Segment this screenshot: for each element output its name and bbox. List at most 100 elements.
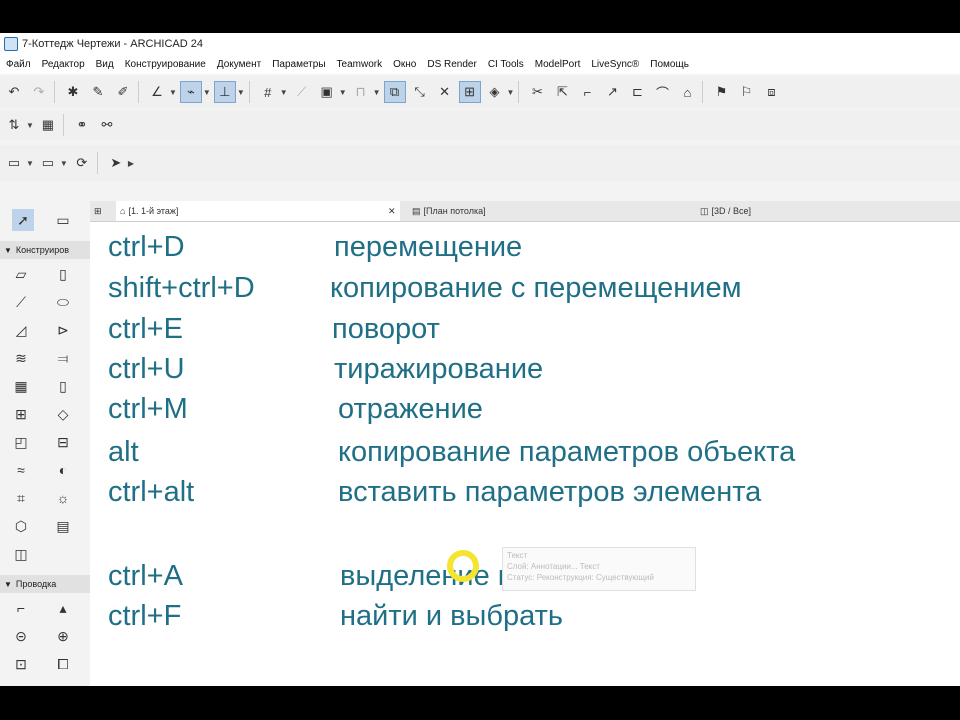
paint-icon[interactable]: ◈	[484, 81, 506, 103]
wall-tool-icon[interactable]: ▱	[10, 263, 32, 285]
beam-tool-icon[interactable]: ⟋	[10, 291, 32, 313]
layers-icon[interactable]: ⧈	[760, 81, 782, 103]
tab-label: [3D / Все]	[711, 206, 752, 216]
zoom-window-icon[interactable]: ▭	[3, 152, 25, 174]
morph-tool-icon[interactable]: ◐	[52, 459, 74, 481]
ruler-icon[interactable]: ⟋	[291, 81, 313, 103]
collapse-triangle-icon: ▼	[4, 579, 12, 589]
zone-tool-icon[interactable]: ⊟	[52, 431, 74, 453]
chevron-down-icon[interactable]: ▼	[26, 121, 34, 130]
chevron-down-icon[interactable]: ▼	[26, 159, 34, 168]
menu-file[interactable]: Файл	[6, 59, 31, 70]
cube-tool-icon[interactable]: ⬡	[10, 515, 32, 537]
link-icon[interactable]: ⚭	[71, 114, 93, 136]
device-tool-icon[interactable]: ⧠	[52, 653, 74, 675]
flag-icon[interactable]: ⚑	[710, 81, 732, 103]
snap-icon[interactable]: ⊥	[213, 81, 236, 103]
skylight-tool-icon[interactable]: ◇	[52, 403, 74, 425]
menu-teamwork[interactable]: Teamwork	[337, 59, 383, 70]
menu-modelport[interactable]: ModelPort	[535, 59, 581, 70]
door-tool-icon[interactable]: ▯	[52, 375, 74, 397]
curtain-wall-tool-icon[interactable]: ▦	[10, 375, 32, 397]
mesh-tool-icon[interactable]: ≈	[10, 459, 32, 481]
chevron-down-icon[interactable]: ▼	[280, 88, 288, 97]
chevron-down-icon[interactable]: ▼	[60, 159, 68, 168]
chevron-down-icon[interactable]: ▼	[507, 88, 515, 97]
unlink-icon[interactable]: ⚯	[96, 114, 118, 136]
menu-options[interactable]: Параметры	[272, 59, 325, 70]
menu-document[interactable]: Документ	[217, 59, 261, 70]
lock-icon[interactable]: ⊓	[350, 81, 372, 103]
menu-help[interactable]: Помощь	[650, 59, 689, 70]
chevron-down-icon[interactable]: ▼	[237, 88, 245, 97]
transform-icon[interactable]: ⤡	[409, 81, 431, 103]
guide-line-icon[interactable]: ⌁	[179, 81, 202, 103]
menu-view[interactable]: Вид	[96, 59, 114, 70]
shell-tool-icon[interactable]: ⊳	[52, 319, 74, 341]
light-tool-icon[interactable]: ☼	[52, 487, 74, 509]
grid-snap-icon[interactable]: #	[257, 81, 279, 103]
syringe-icon[interactable]: ✐	[112, 81, 134, 103]
group-icon[interactable]: ▦	[37, 114, 59, 136]
tab-ceiling-plan[interactable]: ▤ [План потолка]	[408, 201, 692, 221]
menu-livesync[interactable]: LiveSync®	[591, 59, 639, 70]
fillet-icon[interactable]: ⌒	[651, 81, 673, 103]
chevron-down-icon[interactable]: ▼	[373, 88, 381, 97]
magic-wand-icon[interactable]: ✱	[62, 81, 84, 103]
slab-tool-icon[interactable]: ⬭	[52, 291, 74, 313]
close-icon[interactable]: ✕	[388, 201, 396, 221]
lamp-tool-icon[interactable]: ⌗	[10, 487, 32, 509]
cable-tool-icon[interactable]: ⌐	[10, 597, 32, 619]
arrange-icon[interactable]: ⇅	[3, 114, 25, 136]
flag-check-icon[interactable]: ⚐	[735, 81, 757, 103]
terminal-tool-icon[interactable]: ▴	[52, 597, 74, 619]
house-icon[interactable]: ⌂	[676, 81, 698, 103]
layout-icon[interactable]: ▣	[316, 81, 338, 103]
align-icon[interactable]: ⇱	[551, 81, 573, 103]
intersect-icon[interactable]: ⊏	[626, 81, 648, 103]
tab-floor-plan[interactable]: ⌂ [1. 1-й этаж]	[116, 201, 400, 221]
angle-icon[interactable]: ∠	[146, 81, 168, 103]
menu-ds-render[interactable]: DS Render	[427, 59, 476, 70]
window-tool-icon[interactable]: ⊞	[10, 403, 32, 425]
chevron-down-icon[interactable]: ▼	[339, 88, 347, 97]
toolbox-section-wiring[interactable]: ▼ Проводка	[0, 575, 90, 593]
toolbox-section-design[interactable]: ▼ Конструиров	[0, 241, 90, 259]
chevron-down-icon[interactable]: ▼	[203, 88, 211, 97]
shortcut-description: отражение	[338, 393, 483, 425]
cross-icon[interactable]: ✕	[434, 81, 456, 103]
pointer-arrow-icon[interactable]: ➤	[105, 152, 127, 174]
offset-icon[interactable]: ⌐	[576, 81, 598, 103]
tab-3d-view[interactable]: ◫ [3D / Все]	[696, 201, 960, 221]
arrow-tool-icon[interactable]: ➚	[12, 209, 34, 231]
suspend-groups-icon[interactable]: ⧉	[383, 81, 406, 103]
chevron-down-icon[interactable]: ▼	[169, 88, 177, 97]
marquee-tool-icon[interactable]: ▭	[52, 209, 74, 231]
chevron-right-icon[interactable]: ▶	[128, 159, 134, 168]
object-tool-icon[interactable]: ◰	[10, 431, 32, 453]
menu-window[interactable]: Окно	[393, 59, 416, 70]
trace-icon[interactable]: ⊞	[458, 81, 481, 103]
orbit-icon[interactable]: ⟳	[71, 152, 93, 174]
railing-tool-icon[interactable]: ⫤	[52, 347, 74, 369]
scissors-icon[interactable]: ✂	[526, 81, 548, 103]
drawing-canvas[interactable]: ctrl+D перемещение shift+ctrl+D копирова…	[90, 222, 960, 686]
panel-tool-icon[interactable]: ▤	[52, 515, 74, 537]
view-grid-icon[interactable]: ⊞	[94, 201, 102, 221]
column-tool-icon[interactable]: ▯	[52, 263, 74, 285]
pan-icon[interactable]: ▭	[37, 152, 59, 174]
stair-tool-icon[interactable]: ≋	[10, 347, 32, 369]
eyedropper-icon[interactable]: ✎	[87, 81, 109, 103]
adjust-icon[interactable]: ↗	[601, 81, 623, 103]
roof-tool-icon[interactable]: ◿	[10, 319, 32, 341]
globe-tool-icon[interactable]: ⊕	[52, 625, 74, 647]
shortcut-description: тиражирование	[334, 353, 544, 385]
switch-tool-icon[interactable]: ⊡	[10, 653, 32, 675]
undo-icon[interactable]: ↶	[3, 81, 25, 103]
menu-design[interactable]: Конструирование	[125, 59, 206, 70]
redo-icon[interactable]: ↷	[28, 81, 50, 103]
outlet-tool-icon[interactable]: ⊝	[10, 625, 32, 647]
menu-ci-tools[interactable]: CI Tools	[488, 59, 524, 70]
menu-edit[interactable]: Редактор	[42, 59, 85, 70]
document-tool-icon[interactable]: ◫	[10, 543, 32, 565]
